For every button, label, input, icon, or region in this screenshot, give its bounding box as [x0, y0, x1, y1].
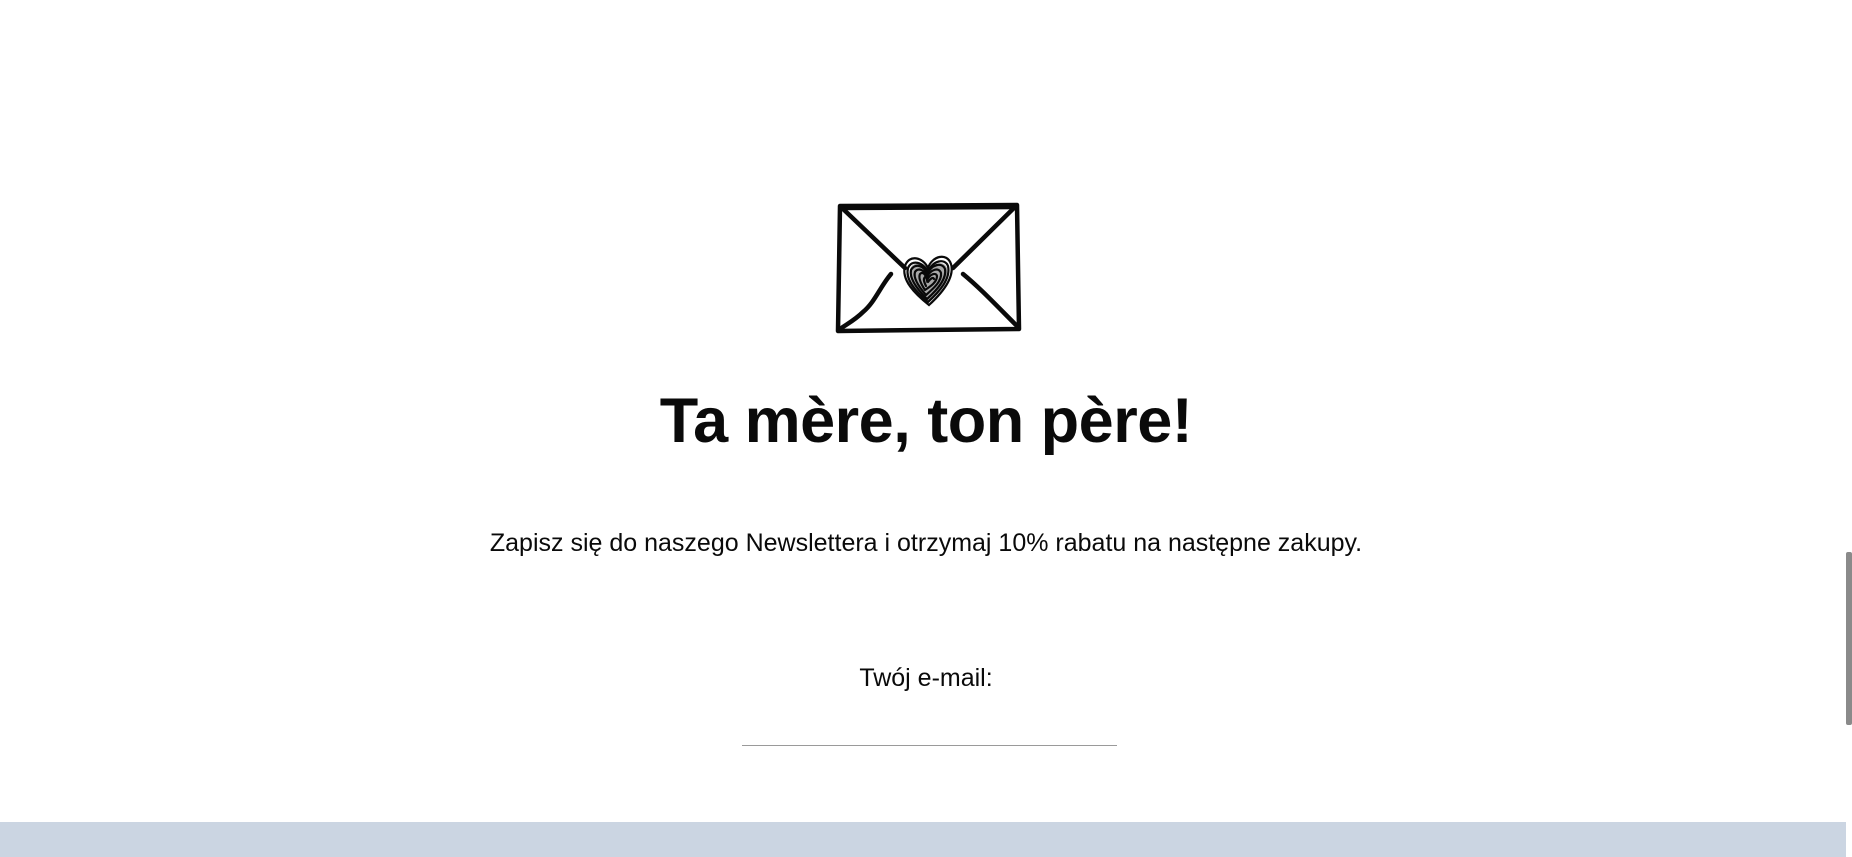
email-field[interactable] [742, 705, 1117, 746]
footer-band [0, 822, 1846, 857]
envelope-heart-icon [835, 202, 1023, 336]
page: Ta mère, ton père! Zapisz się do naszego… [0, 0, 1852, 857]
page-title: Ta mère, ton père! [659, 386, 1193, 456]
scrollbar-thumb[interactable] [1846, 552, 1852, 725]
email-field-label: Twój e-mail: [859, 664, 993, 692]
scrollbar[interactable] [1846, 0, 1852, 857]
newsletter-description: Zapisz się do naszego Newslettera i otrz… [489, 529, 1363, 557]
newsletter-section: Ta mère, ton père! Zapisz się do naszego… [0, 0, 1852, 822]
